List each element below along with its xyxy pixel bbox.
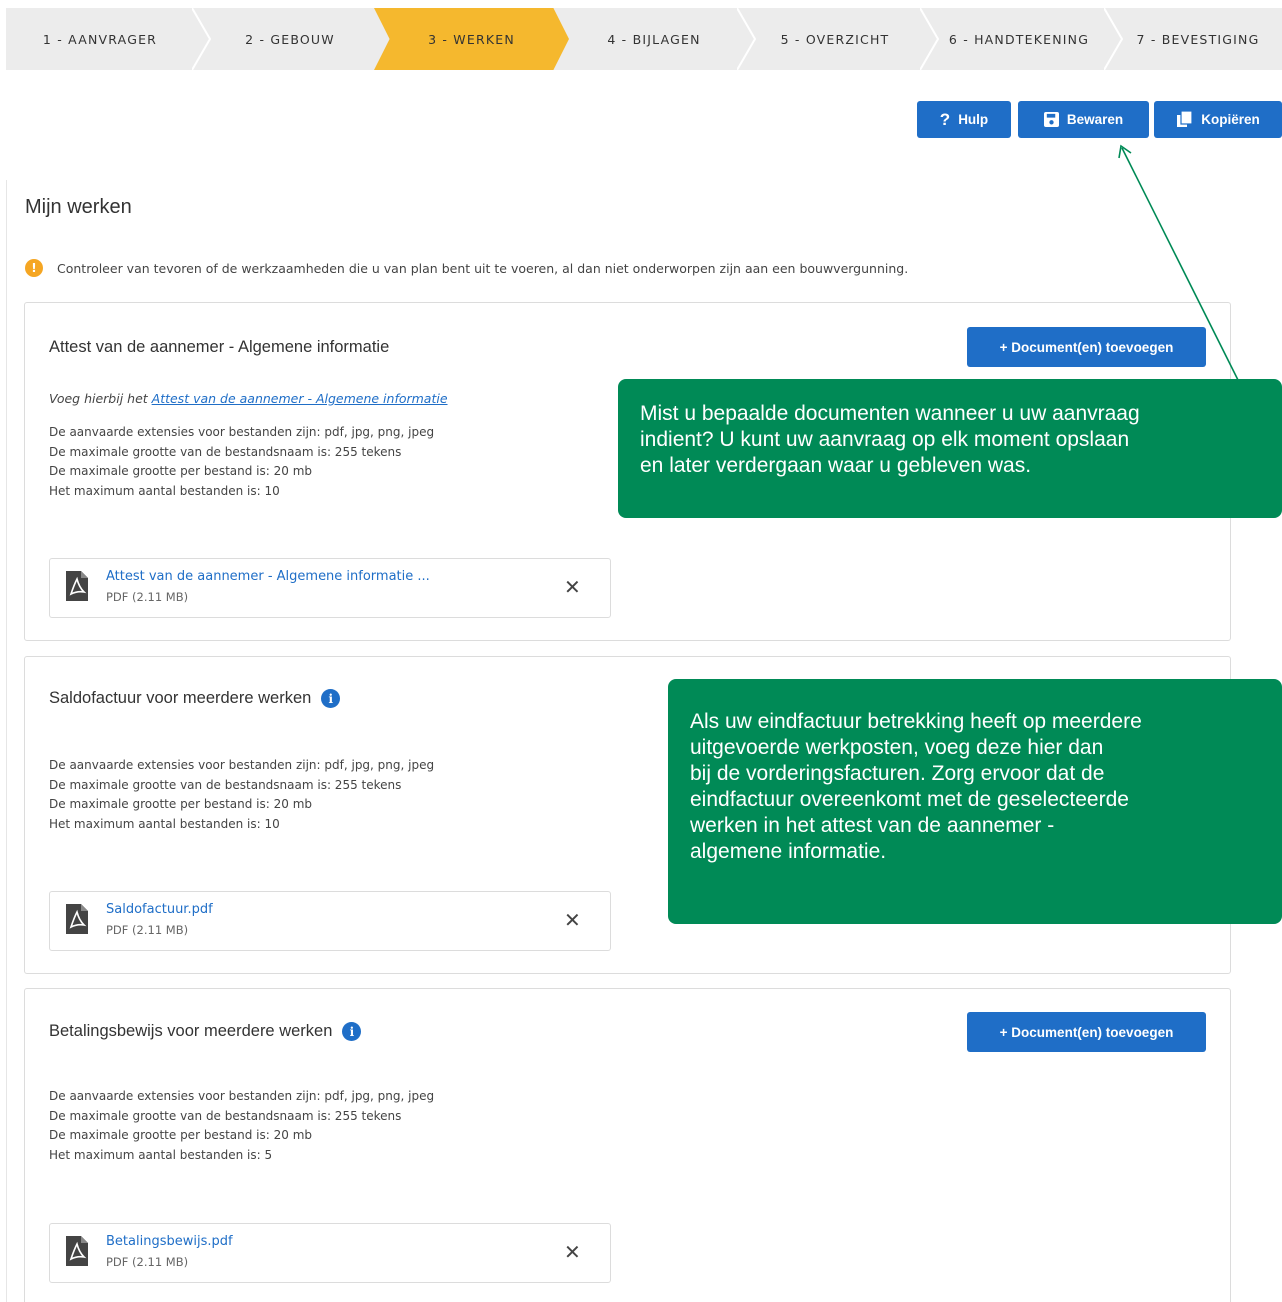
remove-file-icon[interactable]: ✕ [564, 908, 581, 932]
pdf-file-icon [66, 1236, 88, 1266]
file-name-link[interactable]: Attest van de aannemer - Algemene inform… [106, 569, 430, 584]
copy-icon [1176, 111, 1193, 128]
step-label: 6 - HANDTEKENING [948, 31, 1090, 47]
step-aanvrager[interactable]: 1 - AANVRAGER [6, 8, 194, 70]
tip-line: bij de vorderingsfacturen. Zorg ervoor d… [690, 762, 1105, 785]
copy-label: Kopiëren [1201, 112, 1260, 127]
intro-prefix: Voeg hierbij het [49, 391, 152, 406]
card-title-text: Saldofactuur voor meerdere werken [49, 689, 312, 707]
step-overzicht[interactable]: 5 - OVERZICHT [747, 8, 923, 70]
content-divider [6, 180, 7, 1302]
add-documents-button[interactable]: + Document(en) toevoegen [967, 1012, 1206, 1052]
rule-max-size: De maximale grootte per bestand is: 20 m… [49, 464, 312, 478]
pdf-file-icon [66, 904, 88, 934]
file-meta: PDF (2.11 MB) [106, 590, 189, 604]
rule-max-size: De maximale grootte per bestand is: 20 m… [49, 797, 312, 811]
help-label: Hulp [958, 112, 989, 127]
step-label: 4 - BIJLAGEN [607, 31, 701, 47]
upload-rules: De aanvaarde extensies voor bestanden zi… [49, 423, 434, 501]
rule-max-files: Het maximum aantal bestanden is: 10 [49, 816, 280, 831]
tip-line: indient? U kunt uw aanvraag op elk momen… [640, 428, 1130, 451]
tip-line: Als uw eindfactuur betrekking heeft op m… [690, 710, 1142, 733]
rule-extensions: De aanvaarde extensies voor bestanden zi… [49, 1089, 435, 1103]
copy-button[interactable]: Kopiëren [1154, 101, 1282, 138]
upload-rules: De aanvaarde extensies voor bestanden zi… [49, 1087, 434, 1165]
file-meta: PDF (2.11 MB) [106, 1255, 189, 1269]
upload-card-betalingsbewijs: Betalingsbewijs voor meerdere werken i +… [24, 988, 1231, 1302]
rule-max-files: Het maximum aantal bestanden is: 10 [49, 483, 280, 498]
notice: ! Controleer van tevoren of de werkzaamh… [25, 259, 908, 277]
card-title-text: Betalingsbewijs voor meerdere werken [49, 1022, 333, 1040]
file-meta: PDF (2.11 MB) [106, 923, 189, 937]
save-tip-callout: Mist u bepaalde documenten wanneer u uw … [618, 379, 1282, 518]
step-label: 1 - AANVRAGER [42, 31, 158, 47]
card-title-text: Attest van de aannemer - Algemene inform… [49, 338, 390, 356]
upload-rules: De aanvaarde extensies voor bestanden zi… [49, 756, 434, 834]
card-intro: Voeg hierbij het Attest van de aannemer … [49, 391, 448, 406]
card-title: Attest van de aannemer - Algemene inform… [49, 338, 389, 357]
step-label: 7 - BEVESTIGING [1136, 31, 1260, 47]
page-title: Mijn werken [25, 196, 132, 218]
info-icon[interactable]: i [342, 1022, 362, 1041]
tip-line: werken in het attest van de aannemer - [690, 814, 1055, 837]
card-title: Betalingsbewijs voor meerdere werken i [49, 1022, 362, 1041]
save-label: Bewaren [1066, 112, 1124, 127]
step-label: 2 - GEBOUW [245, 31, 335, 47]
tip-line: uitgevoerde werkposten, voeg deze hier d… [690, 736, 1104, 759]
step-handtekening[interactable]: 6 - HANDTEKENING [928, 8, 1110, 70]
help-button[interactable]: ? Hulp [917, 101, 1011, 138]
tip-line: algemene informatie. [690, 840, 887, 863]
tip-line: eindfactuur overeenkomt met de geselecte… [690, 788, 1129, 811]
rule-max-size: De maximale grootte per bestand is: 20 m… [49, 1128, 312, 1142]
wizard-stepper: 1 - AANVRAGER 2 - GEBOUW 3 - WERKEN 4 - … [6, 8, 1282, 70]
attest-template-link[interactable]: Attest van de aannemer - Algemene inform… [152, 391, 448, 406]
step-label: 5 - OVERZICHT [780, 31, 890, 47]
pdf-file-icon [66, 571, 88, 601]
info-icon[interactable]: i [321, 689, 341, 708]
step-label: 3 - WERKEN [428, 31, 515, 47]
floppy-disk-icon [1043, 112, 1059, 127]
rule-extensions: De aanvaarde extensies voor bestanden zi… [49, 758, 435, 772]
uploaded-file: Attest van de aannemer - Algemene inform… [49, 558, 611, 618]
rule-filename-length: De maximale grootte van de bestandsnaam … [49, 777, 402, 792]
step-werken[interactable]: 3 - WERKEN [374, 8, 569, 70]
notice-text: Controleer van tevoren of de werkzaamhed… [57, 260, 909, 276]
rule-filename-length: De maximale grootte van de bestandsnaam … [49, 444, 402, 459]
uploaded-file: Saldofactuur.pdf PDF (2.11 MB) ✕ [49, 891, 611, 951]
step-bijlagen[interactable]: 4 - BIJLAGEN [569, 8, 739, 70]
remove-file-icon[interactable]: ✕ [564, 1240, 581, 1264]
uploaded-file: Betalingsbewijs.pdf PDF (2.11 MB) ✕ [49, 1223, 611, 1283]
file-name-link[interactable]: Betalingsbewijs.pdf [106, 1234, 233, 1249]
invoice-tip-callout: Als uw eindfactuur betrekking heeft op m… [668, 679, 1282, 924]
step-gebouw[interactable]: 2 - GEBOUW [202, 8, 378, 70]
tip-line: en later verdergaan waar u gebleven was. [640, 454, 1032, 477]
step-bevestiging[interactable]: 7 - BEVESTIGING [1114, 8, 1282, 70]
file-name-link[interactable]: Saldofactuur.pdf [106, 902, 213, 917]
question-icon: ? [939, 109, 951, 129]
rule-filename-length: De maximale grootte van de bestandsnaam … [49, 1108, 402, 1123]
card-title: Saldofactuur voor meerdere werken i [49, 689, 341, 708]
rule-max-files: Het maximum aantal bestanden is: 5 [49, 1147, 273, 1162]
add-documents-button[interactable]: + Document(en) toevoegen [967, 327, 1206, 367]
warning-icon: ! [25, 259, 43, 277]
remove-file-icon[interactable]: ✕ [564, 575, 581, 599]
save-button[interactable]: Bewaren [1018, 101, 1149, 138]
tip-line: Mist u bepaalde documenten wanneer u uw … [640, 402, 1140, 425]
rule-extensions: De aanvaarde extensies voor bestanden zi… [49, 425, 435, 439]
